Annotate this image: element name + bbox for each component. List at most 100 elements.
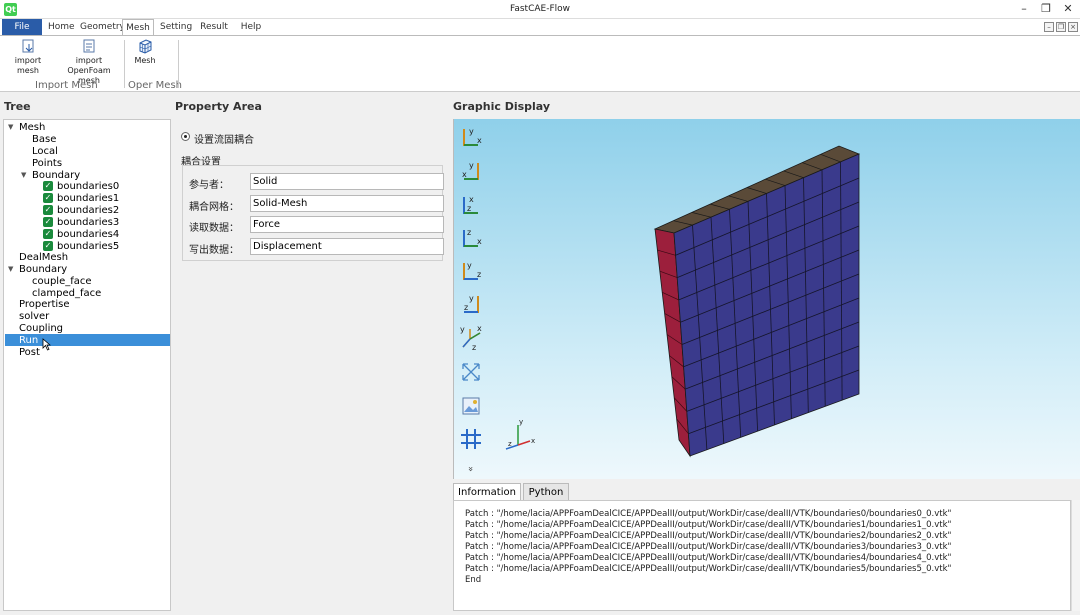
save-image-icon[interactable] <box>458 393 484 419</box>
more-tools-icon[interactable]: » <box>465 466 475 472</box>
view-back-icon[interactable]: yx <box>458 159 484 185</box>
tree-item-boundaries4[interactable]: boundaries4 <box>57 229 119 241</box>
expand-arrow-icon[interactable]: ▼ <box>21 171 26 179</box>
svg-text:x: x <box>462 170 467 179</box>
log-line: Patch : "/home/lacia/APPFoamDealCICE/APP… <box>465 542 952 552</box>
info-tab-bar: Information Python <box>453 481 1080 501</box>
checkbox-checked-icon[interactable]: ✓ <box>43 205 53 215</box>
import-openfoam-label-1: import OpenFoam <box>67 56 111 75</box>
tree-item-points[interactable]: Points <box>32 158 62 170</box>
tree-item-boundaries0[interactable]: boundaries0 <box>57 181 119 193</box>
svg-text:x: x <box>477 325 482 333</box>
svg-text:x: x <box>531 437 535 445</box>
tab-setting[interactable]: Setting <box>160 19 192 35</box>
participant-field[interactable]: Solid <box>250 173 444 190</box>
restore-icon[interactable]: ❐ <box>1037 1 1055 17</box>
tab-home[interactable]: Home <box>48 19 75 35</box>
property-panel-title: Property Area <box>175 100 262 113</box>
tree-item-solver[interactable]: solver <box>19 311 49 323</box>
checkbox-checked-icon[interactable]: ✓ <box>43 181 53 191</box>
view-bottom-icon[interactable]: zx <box>458 226 484 252</box>
fit-view-icon[interactable] <box>458 359 484 385</box>
write-data-label: 写出数据： <box>189 245 239 256</box>
tree-item-boundary-root[interactable]: Boundary <box>19 264 67 276</box>
view-front-icon[interactable]: yx <box>458 125 484 151</box>
import-mesh-label: import mesh <box>14 56 42 75</box>
log-line: Patch : "/home/lacia/APPFoamDealCICE/APP… <box>465 509 952 519</box>
log-scrollbar[interactable] <box>1071 500 1080 611</box>
coupling-mesh-field[interactable]: Solid-Mesh <box>250 195 444 212</box>
svg-text:y: y <box>469 161 474 170</box>
view-left-icon[interactable]: yz <box>458 259 484 285</box>
property-area: 设置流固耦合 耦合设置 参与者： Solid 耦合网格： Solid-Mesh … <box>174 119 450 611</box>
close-icon[interactable]: ✕ <box>1059 1 1077 17</box>
tree-item-base[interactable]: Base <box>32 134 56 146</box>
svg-text:z: z <box>472 343 476 351</box>
grid-toggle-icon[interactable] <box>458 426 484 452</box>
checkbox-checked-icon[interactable]: ✓ <box>43 241 53 251</box>
participant-label: 参与者： <box>189 180 229 191</box>
svg-text:x: x <box>469 195 474 204</box>
import-openfoam-icon <box>83 39 94 53</box>
tree-item-couple-face[interactable]: couple_face <box>32 276 92 288</box>
tree-item-boundaries2[interactable]: boundaries2 <box>57 205 119 217</box>
tree-item-post[interactable]: Post <box>19 347 40 359</box>
menu-bar: File Home Geometry Mesh Setting Result H… <box>0 19 1080 36</box>
tab-information[interactable]: Information <box>453 483 521 501</box>
mesh-model[interactable] <box>649 141 864 459</box>
tree-item-dealmesh[interactable]: DealMesh <box>19 252 68 264</box>
mdi-restore-icon[interactable]: ❐ <box>1056 22 1066 32</box>
log-line: Patch : "/home/lacia/APPFoamDealCICE/APP… <box>465 553 952 563</box>
svg-text:z: z <box>477 270 481 279</box>
svg-text:z: z <box>508 440 512 448</box>
mdi-minimize-icon[interactable]: – <box>1044 22 1054 32</box>
expand-arrow-icon[interactable]: ▼ <box>8 265 13 273</box>
coupling-radio-button[interactable] <box>181 132 190 141</box>
information-log[interactable]: Patch : "/home/lacia/APPFoamDealCICE/APP… <box>453 500 1071 611</box>
coupling-mesh-label: 耦合网格： <box>189 202 239 213</box>
expand-arrow-icon[interactable]: ▼ <box>8 123 13 131</box>
tab-result[interactable]: Result <box>199 19 229 35</box>
svg-text:y: y <box>519 418 523 426</box>
minimize-icon[interactable]: – <box>1015 1 1033 17</box>
import-openfoam-mesh-button[interactable]: import OpenFoam mesh <box>56 39 122 86</box>
tree-view[interactable]: ▼ Mesh Base Local Points ▼ Boundary ✓ bo… <box>3 119 171 611</box>
view-top-icon[interactable]: xz <box>458 193 484 219</box>
svg-text:x: x <box>477 136 482 145</box>
tab-geometry[interactable]: Geometry <box>80 19 125 35</box>
import-mesh-button[interactable]: import mesh <box>5 39 51 76</box>
tree-item-run[interactable]: Run <box>19 335 38 347</box>
tree-item-local[interactable]: Local <box>32 146 58 158</box>
tab-mesh[interactable]: Mesh <box>122 19 154 36</box>
mdi-close-icon[interactable]: × <box>1068 22 1078 32</box>
tree-item-boundaries1[interactable]: boundaries1 <box>57 193 119 205</box>
ribbon-separator <box>178 40 179 88</box>
log-line: Patch : "/home/lacia/APPFoamDealCICE/APP… <box>465 520 952 530</box>
mesh-button[interactable]: Mesh <box>131 39 159 66</box>
view-iso-icon[interactable]: y x z <box>458 325 484 351</box>
file-menu-button[interactable]: File <box>2 19 42 35</box>
import-mesh-group-label: Import Mesh <box>35 80 98 91</box>
write-data-field[interactable]: Displacement <box>250 238 444 255</box>
read-data-field[interactable]: Force <box>250 216 444 233</box>
graphic-display-viewport[interactable]: yx yx xz zx yz yz yxz » y x z <box>453 119 1080 479</box>
tree-item-coupling[interactable]: Coupling <box>19 323 63 335</box>
log-line: Patch : "/home/lacia/APPFoamDealCICE/APP… <box>465 531 952 541</box>
tab-help[interactable]: Help <box>239 19 263 35</box>
view-right-icon[interactable]: yz <box>458 292 484 318</box>
read-data-label: 读取数据： <box>189 223 239 234</box>
tab-python[interactable]: Python <box>523 483 569 501</box>
tree-item-propertise[interactable]: Propertise <box>19 299 70 311</box>
svg-text:y: y <box>467 261 472 270</box>
orientation-axes-icon: y x z <box>505 418 535 450</box>
tree-item-boundaries3[interactable]: boundaries3 <box>57 217 119 229</box>
checkbox-checked-icon[interactable]: ✓ <box>43 193 53 203</box>
log-line: End <box>465 575 482 585</box>
svg-text:z: z <box>464 303 468 312</box>
checkbox-checked-icon[interactable]: ✓ <box>43 229 53 239</box>
mesh-label: Mesh <box>134 56 156 65</box>
checkbox-checked-icon[interactable]: ✓ <box>43 217 53 227</box>
tree-item-mesh[interactable]: Mesh <box>19 122 45 134</box>
coupling-radio-label: 设置流固耦合 <box>194 135 254 146</box>
window-title: FastCAE-Flow <box>509 4 570 14</box>
